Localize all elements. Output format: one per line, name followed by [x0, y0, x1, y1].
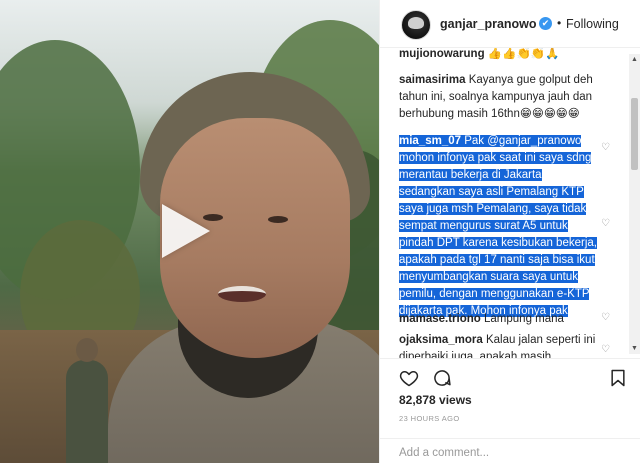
- scroll-up-arrow-icon[interactable]: ▲: [629, 54, 640, 65]
- scrollbar-thumb[interactable]: [631, 98, 638, 170]
- video-subject-eye: [268, 216, 288, 223]
- post-header: ganjar_pranowo ✔ • Following: [380, 0, 640, 48]
- comment-like-heart-icon[interactable]: ♡: [601, 218, 610, 229]
- following-button[interactable]: Following: [566, 17, 619, 31]
- view-count[interactable]: 82,878 views: [399, 393, 472, 407]
- comment-text: Pak @ganjar_pranowo mohon infonya pak sa…: [399, 135, 597, 317]
- comment-item: saimasirima Kayanya gue golput deh tahun…: [399, 72, 599, 123]
- scroll-down-arrow-icon[interactable]: ▼: [629, 343, 640, 354]
- add-comment-bar: [380, 438, 640, 463]
- comment-item-selected: mia_sm_07 Pak @ganjar_pranowo mohon info…: [399, 133, 599, 320]
- comment-item: mamase.triono Lampung mana: [399, 311, 599, 328]
- comment-text: Lampung mana: [484, 313, 564, 325]
- post-side-panel: ganjar_pranowo ✔ • Following mujionowaru…: [379, 0, 640, 463]
- comments-list[interactable]: mujionowarung 👍👍👏👏🙏 saimasirima Kayanya …: [380, 48, 640, 358]
- comment-like-heart-icon[interactable]: ♡: [601, 312, 610, 323]
- comment-item: mujionowarung 👍👍👏👏🙏: [399, 48, 599, 63]
- comment-author[interactable]: mamase.triono: [399, 313, 481, 325]
- comment-like-heart-icon[interactable]: ♡: [601, 344, 610, 355]
- video-player[interactable]: [0, 0, 379, 463]
- bookmark-icon[interactable]: [608, 368, 628, 388]
- comment-author[interactable]: ojaksima_mora: [399, 334, 483, 346]
- comment-author[interactable]: mujionowarung: [399, 48, 485, 60]
- play-icon[interactable]: [162, 204, 210, 258]
- comment-author[interactable]: mia_sm_07: [399, 135, 461, 147]
- video-background-person: [66, 338, 108, 463]
- post-timestamp[interactable]: 23 HOURS AGO: [399, 414, 460, 423]
- comment-author[interactable]: saimasirima: [399, 74, 466, 86]
- comments-scrollbar[interactable]: ▲ ▼: [629, 54, 640, 354]
- heart-icon[interactable]: [399, 368, 419, 388]
- post-actions-bar: [380, 358, 640, 392]
- verified-icon: ✔: [539, 17, 552, 30]
- header-separator: •: [557, 16, 562, 30]
- avatar[interactable]: [401, 10, 431, 40]
- comment-like-heart-icon[interactable]: ♡: [601, 142, 610, 153]
- post-username[interactable]: ganjar_pranowo: [440, 17, 537, 31]
- comment-text: 👍👍👏👏🙏: [487, 48, 560, 60]
- add-comment-input[interactable]: [399, 445, 599, 461]
- comment-icon[interactable]: [432, 368, 452, 388]
- comment-item: ojaksima_mora Kalau jalan seperti ini di…: [399, 332, 599, 358]
- video-subject-mouth: [218, 286, 266, 302]
